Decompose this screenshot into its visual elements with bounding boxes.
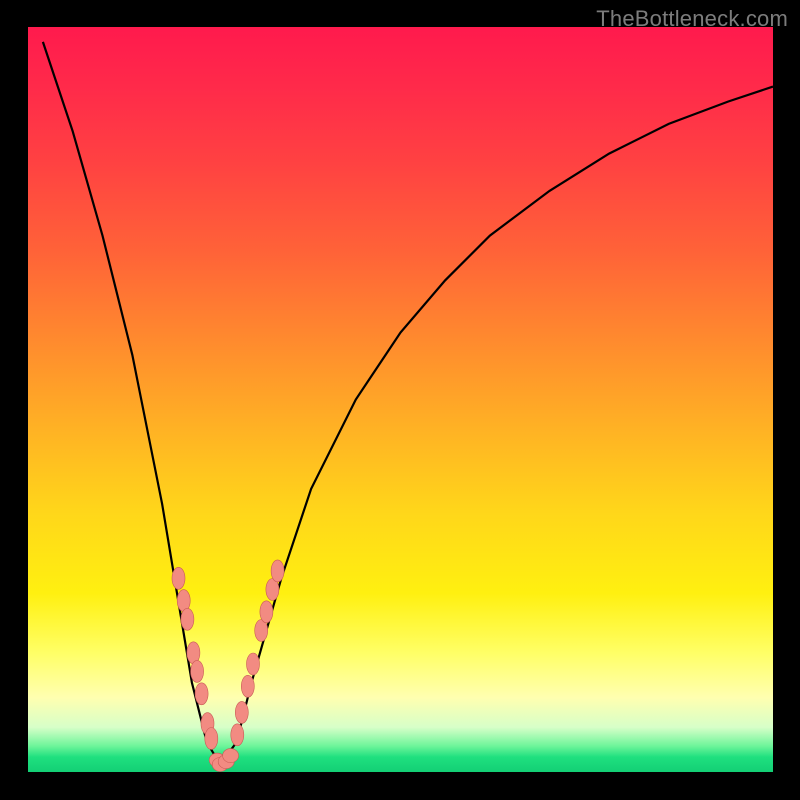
data-dot [172,567,185,589]
bottleneck-curve [43,42,773,765]
data-dot [205,728,218,750]
data-dot [235,701,248,723]
data-dot [271,560,284,582]
curve-layer [28,27,773,772]
watermark-text: TheBottleneck.com [596,6,788,32]
data-dot [223,749,239,763]
data-dot [191,660,204,682]
data-dot [260,601,273,623]
data-dot [195,683,208,705]
data-dot [241,675,254,697]
data-dot [247,653,260,675]
plot-area [28,27,773,772]
data-dot [231,724,244,746]
data-dot [181,608,194,630]
chart-frame: TheBottleneck.com [0,0,800,800]
